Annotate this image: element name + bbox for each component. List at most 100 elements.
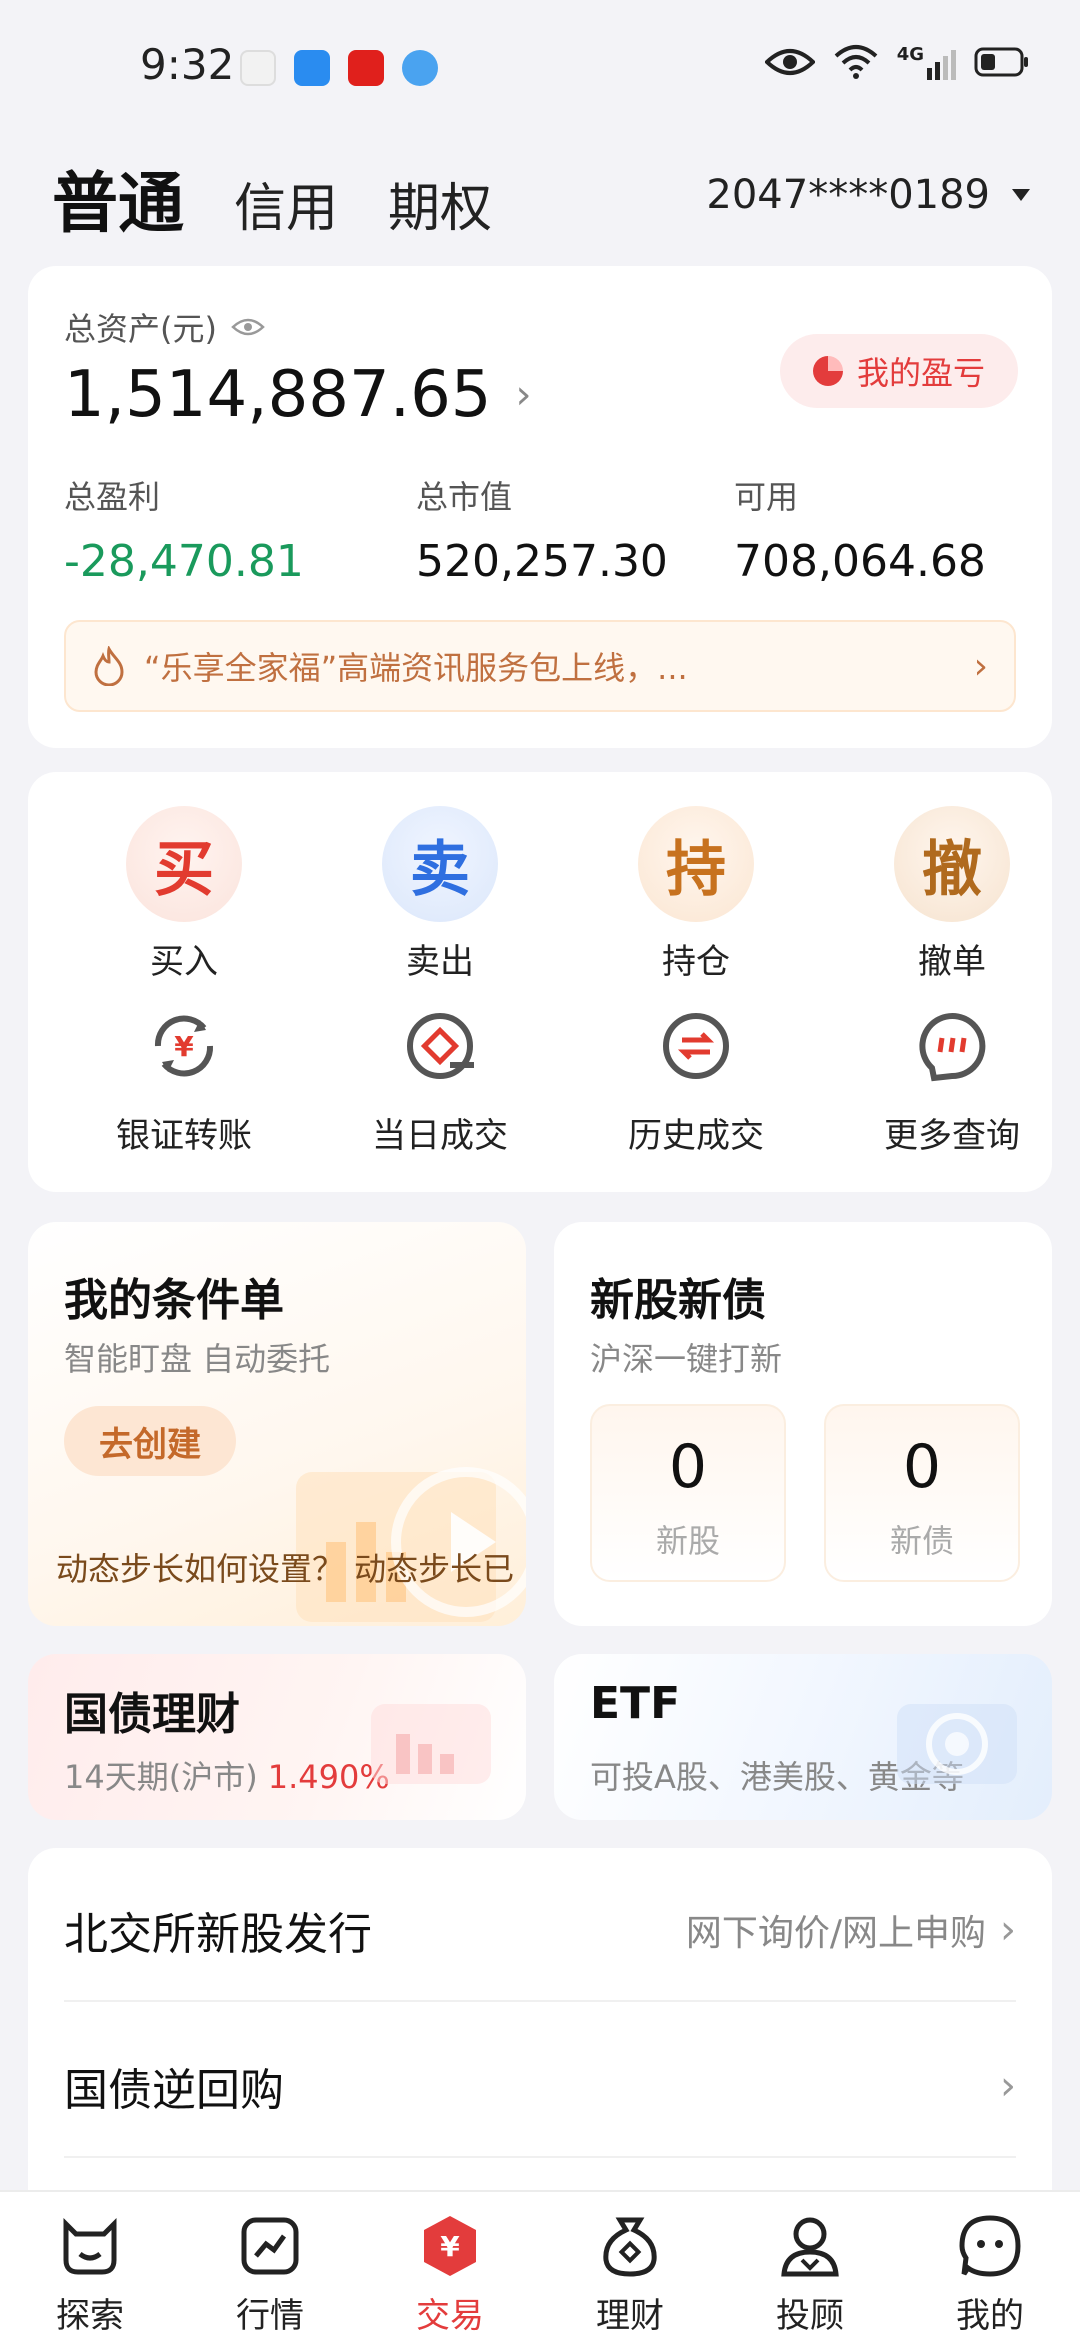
cancel-order-label: 撤单 — [918, 942, 986, 982]
bank-transfer-button[interactable]: ¥ 银证转账 — [84, 1006, 284, 1157]
pie-chart-icon — [812, 356, 843, 386]
treasury-bond-card[interactable]: 国债理财 14天期(沪市) 1.490% — [28, 1654, 526, 1820]
svg-text:¥: ¥ — [440, 2230, 460, 2263]
trade-icon: ¥ — [424, 2216, 476, 2276]
stat-value: 520,257.30 — [416, 536, 668, 587]
list-item-title: 国债逆回购 — [64, 2065, 284, 2116]
my-pnl-button[interactable]: 我的盈亏 — [780, 334, 1018, 408]
browser-icon — [402, 50, 438, 86]
new-bond-box[interactable]: 0 新债 — [824, 1404, 1020, 1582]
stat-label: 总盈利 — [64, 478, 161, 516]
stat-label: 可用 — [734, 478, 799, 516]
network-type: 4G — [896, 44, 924, 65]
chevron-right-icon: › — [515, 372, 532, 418]
nav-advisor[interactable]: 投顾 — [720, 2192, 900, 2340]
list-item-hint: 网下询价/网上申购 — [685, 1913, 986, 1954]
account-number: 2047****0189 — [706, 172, 990, 218]
positions-badge-icon: 持 — [638, 806, 754, 922]
camera-lens-icon — [897, 1704, 1017, 1784]
eye-icon[interactable] — [231, 316, 265, 338]
history-deal-icon — [663, 1013, 729, 1079]
condition-order-subtitle: 智能盯盘 自动委托 — [64, 1340, 331, 1378]
positions-button[interactable]: 持 持仓 — [596, 806, 796, 983]
sell-button[interactable]: 卖 卖出 — [340, 806, 540, 983]
my-pnl-label: 我的盈亏 — [856, 354, 985, 392]
total-assets-value: 1,514,887.65 — [64, 358, 492, 432]
tab-credit[interactable]: 信用 — [234, 166, 338, 241]
signal-icon: 4G — [897, 44, 956, 80]
condition-tip-ticker[interactable]: 动态步长如何设置？ 动态步长已 — [56, 1544, 514, 1590]
account-type-tabs: 普通 信用 期权 — [52, 150, 492, 246]
more-query-button[interactable]: 更多查询 — [852, 1006, 1052, 1157]
nav-profile[interactable]: 我的 — [900, 2192, 1080, 2340]
account-selector[interactable]: 2047****0189 — [706, 172, 1030, 218]
stat-market-value: 总市值 520,257.30 — [416, 472, 668, 587]
list-item-reverse-repo[interactable]: 国债逆回购 › — [64, 2016, 1016, 2156]
buy-button[interactable]: 买 买入 — [84, 806, 284, 983]
divider — [64, 2156, 1016, 2158]
new-bond-count: 0 — [902, 1432, 942, 1502]
condition-order-card[interactable]: 我的条件单 智能盯盘 自动委托 去创建 动态步长如何设置？ 动态步长已 — [28, 1222, 526, 1626]
chevron-right-icon: › — [1000, 1907, 1016, 1953]
notice-banner[interactable]: “乐享全家福”高端资讯服务包上线，... › — [64, 620, 1016, 712]
divider — [64, 2000, 1016, 2002]
history-deal-label: 历史成交 — [628, 1116, 764, 1156]
wealth-icon — [603, 2217, 657, 2277]
tab-options[interactable]: 期权 — [388, 166, 492, 241]
advisor-icon — [781, 2217, 839, 2277]
sell-badge-icon: 卖 — [382, 806, 498, 922]
list-item-bse-ipo[interactable]: 北交所新股发行 网下询价/网上申购 › — [64, 1860, 1016, 2000]
new-stock-box[interactable]: 0 新股 — [590, 1404, 786, 1582]
more-query-label: 更多查询 — [884, 1116, 1020, 1156]
list-item-right: 网下询价/网上申购 › — [686, 1904, 1016, 1956]
battery-icon — [974, 47, 1028, 77]
new-stock-count: 0 — [668, 1432, 708, 1502]
wifi-icon — [834, 45, 878, 79]
etf-card[interactable]: ETF 可投A股、港美股、黄金等 — [554, 1654, 1052, 1820]
nav-label: 行情 — [236, 2296, 304, 2336]
play-video-icon — [296, 1467, 526, 1622]
bottom-nav: 探索 行情 ¥ 交易 理财 投顾 我的 — [0, 2190, 1080, 2340]
list-item-right: › — [986, 2063, 1016, 2109]
service-list-card: 北交所新股发行 网下询价/网上申购 › 国债逆回购 › — [28, 1848, 1052, 2248]
explore-icon — [63, 2217, 117, 2275]
total-assets-label: 总资产(元) — [64, 310, 217, 348]
asset-card: 总资产(元) 1,514,887.65 › 我的盈亏 总盈利 -28,470.8… — [28, 266, 1052, 748]
total-assets-label-row: 总资产(元) — [64, 304, 265, 350]
nav-label: 我的 — [956, 2296, 1024, 2336]
total-assets-value-row[interactable]: 1,514,887.65 › — [64, 358, 532, 432]
flame-icon — [94, 646, 124, 686]
more-query-icon — [919, 1013, 986, 1082]
nav-wealth[interactable]: 理财 — [540, 2192, 720, 2340]
stat-available: 可用 708,064.68 — [734, 472, 986, 587]
condition-order-title: 我的条件单 — [64, 1275, 284, 1326]
today-deal-label: 当日成交 — [372, 1116, 508, 1156]
notice-text: “乐享全家福”高端资讯服务包上线，... — [144, 649, 688, 687]
new-stock-bond-card[interactable]: 新股新债 沪深一键打新 0 新股 0 新债 — [554, 1222, 1052, 1626]
bar-chart-icon — [371, 1704, 491, 1784]
list-item-title: 北交所新股发行 — [64, 1909, 372, 1960]
status-time: 9:32 — [140, 40, 235, 89]
new-stock-label: 新股 — [655, 1522, 720, 1560]
today-deal-button[interactable]: 当日成交 — [340, 1006, 540, 1157]
nav-trade[interactable]: ¥ 交易 — [360, 2192, 540, 2340]
stat-label: 总市值 — [416, 478, 513, 516]
chevron-right-icon: › — [1000, 2063, 1016, 2109]
create-condition-button[interactable]: 去创建 — [64, 1406, 236, 1476]
message-icon — [294, 50, 330, 86]
status-bar: 9:32 4G — [0, 0, 1080, 130]
tab-normal[interactable]: 普通 — [52, 150, 184, 246]
system-icons: 4G — [764, 44, 1030, 80]
cancel-order-button[interactable]: 撤 撤单 — [852, 806, 1052, 983]
nav-explore[interactable]: 探索 — [0, 2192, 180, 2340]
today-deal-icon — [407, 1013, 474, 1079]
nav-market[interactable]: 行情 — [180, 2192, 360, 2340]
new-bond-label: 新债 — [889, 1522, 954, 1560]
pinduoduo-icon — [348, 50, 384, 86]
profile-icon — [959, 2215, 1021, 2277]
history-deal-button[interactable]: 历史成交 — [596, 1006, 796, 1157]
market-icon — [241, 2217, 299, 2275]
svg-text:¥: ¥ — [174, 1030, 194, 1063]
cancel-order-badge-icon: 撤 — [894, 806, 1010, 922]
quick-actions-card: 买 买入 卖 卖出 持 持仓 撤 撤单 ¥ 银证转账 当日成交 历史成交 更多查… — [28, 772, 1052, 1192]
